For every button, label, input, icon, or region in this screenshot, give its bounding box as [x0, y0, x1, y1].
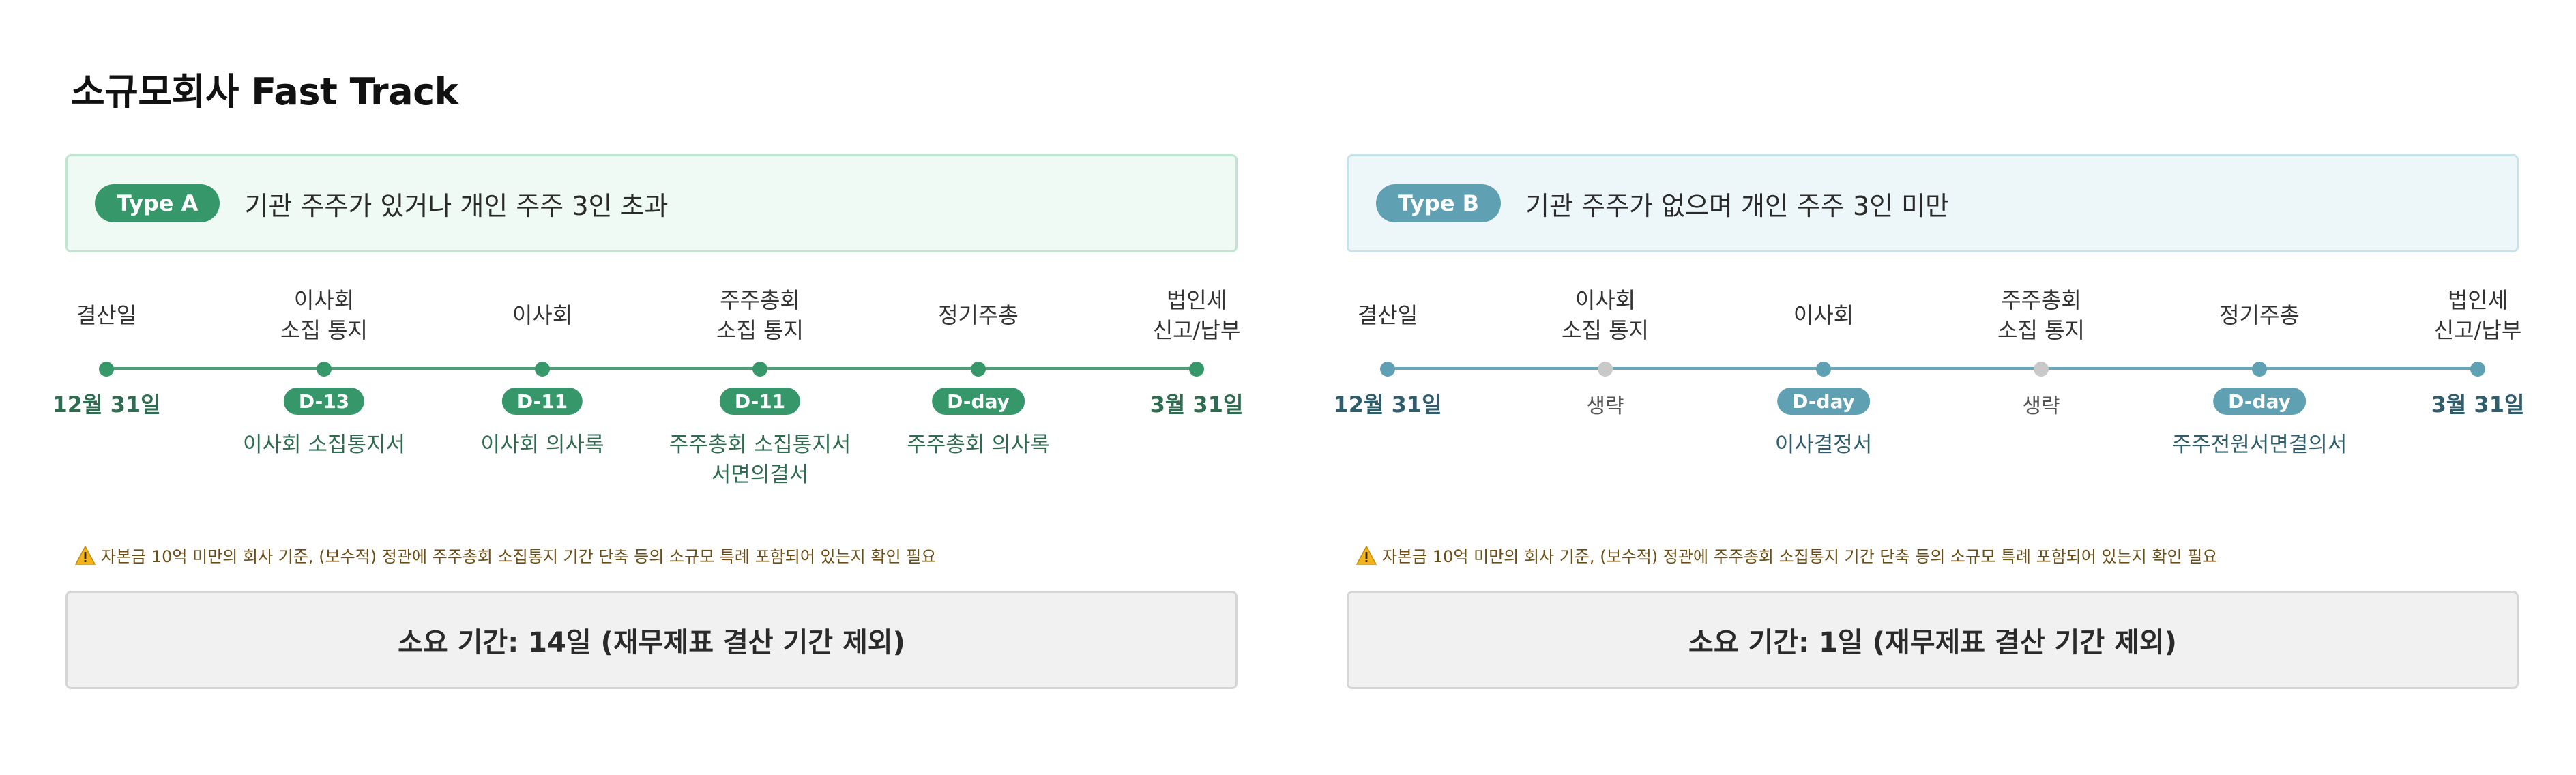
- type-b-badge: Type B: [1376, 184, 1502, 222]
- step-date: 12월 31일: [52, 392, 161, 418]
- step-label: 주주총회: [720, 287, 800, 313]
- step-board-meeting: 이사회 D-day 이사결정서: [1721, 281, 1926, 457]
- step-dot: [1380, 362, 1395, 377]
- step-skipped-label: 생략: [1586, 394, 1624, 418]
- type-a-badge: Type A: [95, 184, 220, 222]
- warning-note: 자본금 10억 미만의 회사 기준, (보수적) 정관에 주주총회 소집통지 기…: [1356, 543, 2217, 567]
- document-line: 서면의결서: [711, 463, 809, 487]
- warning-text: 자본금 10억 미만의 회사 기준, (보수적) 정관에 주주총회 소집통지 기…: [1382, 547, 2218, 566]
- step-label: 소집 통지: [716, 317, 804, 343]
- step-label: 법인세: [2447, 287, 2508, 313]
- step-dot: [2470, 362, 2485, 377]
- step-shareholder-notice: 주주총회 소집 통지 D-11 주주총회 소집통지서 서면의결서: [658, 281, 862, 487]
- step-dot: [971, 362, 986, 377]
- type-a-timeline: 결산일 12월 31일 이사회 소집 통지 D-13 이사회 소집통지서 이사회…: [52, 281, 1243, 554]
- duration-box: 소요 기간: 14일 (재무제표 결산 기간 제외): [65, 591, 1238, 689]
- step-label: 이사회: [512, 302, 573, 328]
- d-day-badge: D-day: [932, 388, 1025, 415]
- step-label: 이사회: [1793, 302, 1854, 328]
- step-label: 결산일: [76, 302, 137, 328]
- step-dot: [1816, 362, 1831, 377]
- step-dot: [752, 362, 767, 377]
- document-line: 주주총회 의사록: [907, 433, 1050, 457]
- step-label: 이사회: [1575, 287, 1636, 313]
- step-closing-date: 결산일 12월 31일: [1285, 281, 1490, 418]
- step-corporate-tax: 법인세 신고/납부 3월 31일: [1094, 281, 1299, 418]
- document-line: 이사결정서: [1774, 433, 1873, 457]
- warning-text: 자본금 10억 미만의 회사 기준, (보수적) 정관에 주주총회 소집통지 기…: [101, 547, 937, 566]
- step-label: 소집 통지: [1562, 317, 1649, 343]
- page-title: 소규모회사 Fast Track: [71, 70, 459, 113]
- type-a-description: 기관 주주가 있거나 개인 주주 3인 초과: [244, 190, 669, 221]
- step-dot-skipped: [2034, 362, 2049, 377]
- step-document: 이사결정서: [1694, 430, 1953, 460]
- step-dot: [535, 362, 550, 377]
- type-b-timeline: 결산일 12월 31일 이사회 소집 통지 생략 이사회 D-day 이사결정서…: [1333, 281, 2524, 554]
- warning-icon: [1356, 545, 1377, 565]
- step-corporate-tax: 법인세 신고/납부 3월 31일: [2375, 281, 2576, 418]
- type-b-panel: Type B 기관 주주가 없으며 개인 주주 3인 미만 결산일 12월 31…: [1333, 154, 2524, 700]
- step-dot: [2252, 362, 2267, 377]
- duration-box: 소요 기간: 1일 (재무제표 결산 기간 제외): [1347, 591, 2519, 689]
- step-label: 신고/납부: [2433, 317, 2522, 343]
- d-day-badge: D-11: [501, 388, 583, 415]
- step-annual-meeting: 정기주총 D-day 주주전원서면결의서: [2157, 281, 2362, 457]
- step-document: 주주총회 의사록: [849, 430, 1108, 460]
- step-document: 주주전원서면결의서: [2130, 430, 2389, 460]
- step-dot-skipped: [1598, 362, 1613, 377]
- step-date: 12월 31일: [1333, 392, 1442, 418]
- step-date: 3월 31일: [1150, 392, 1244, 418]
- step-board-meeting: 이사회 D-11 이사회 의사록: [440, 281, 645, 457]
- step-dot: [99, 362, 114, 377]
- timeline-line: [106, 367, 1197, 370]
- d-day-badge: D-11: [719, 388, 801, 415]
- type-a-panel: Type A 기관 주주가 있거나 개인 주주 3인 초과 결산일 12월 31…: [52, 154, 1243, 700]
- step-date: 3월 31일: [2431, 392, 2525, 418]
- step-label: 결산일: [1357, 302, 1418, 328]
- step-dot: [1189, 362, 1204, 377]
- step-shareholder-notice: 주주총회 소집 통지 생략: [1939, 281, 2143, 418]
- type-b-header: Type B 기관 주주가 없으며 개인 주주 3인 미만: [1347, 154, 2519, 252]
- step-closing-date: 결산일 12월 31일: [4, 281, 209, 418]
- step-label: 정기주총: [2219, 302, 2300, 328]
- step-skipped-label: 생략: [2022, 394, 2060, 418]
- type-b-description: 기관 주주가 없으며 개인 주주 3인 미만: [1525, 190, 1950, 221]
- d-day-badge: D-day: [2213, 388, 2306, 415]
- step-annual-meeting: 정기주총 D-day 주주총회 의사록: [876, 281, 1081, 457]
- step-label: 정기주총: [938, 302, 1019, 328]
- step-label: 신고/납부: [1152, 317, 1241, 343]
- timeline-line: [1388, 367, 2478, 370]
- step-label: 주주총회: [2001, 287, 2081, 313]
- step-board-notice: 이사회 소집 통지 생략: [1503, 281, 1708, 418]
- step-label: 이사회: [293, 287, 355, 313]
- step-label: 법인세: [1166, 287, 1227, 313]
- d-day-badge: D-day: [1777, 388, 1870, 415]
- d-day-badge: D-13: [283, 388, 365, 415]
- step-label: 소집 통지: [1997, 317, 2085, 343]
- step-board-notice: 이사회 소집 통지 D-13 이사회 소집통지서: [222, 281, 426, 457]
- type-a-header: Type A 기관 주주가 있거나 개인 주주 3인 초과: [65, 154, 1238, 252]
- warning-note: 자본금 10억 미만의 회사 기준, (보수적) 정관에 주주총회 소집통지 기…: [75, 543, 936, 567]
- document-line: 주주전원서면결의서: [2171, 433, 2347, 457]
- step-dot: [317, 362, 332, 377]
- warning-icon: [75, 545, 96, 565]
- step-label: 소집 통지: [280, 317, 368, 343]
